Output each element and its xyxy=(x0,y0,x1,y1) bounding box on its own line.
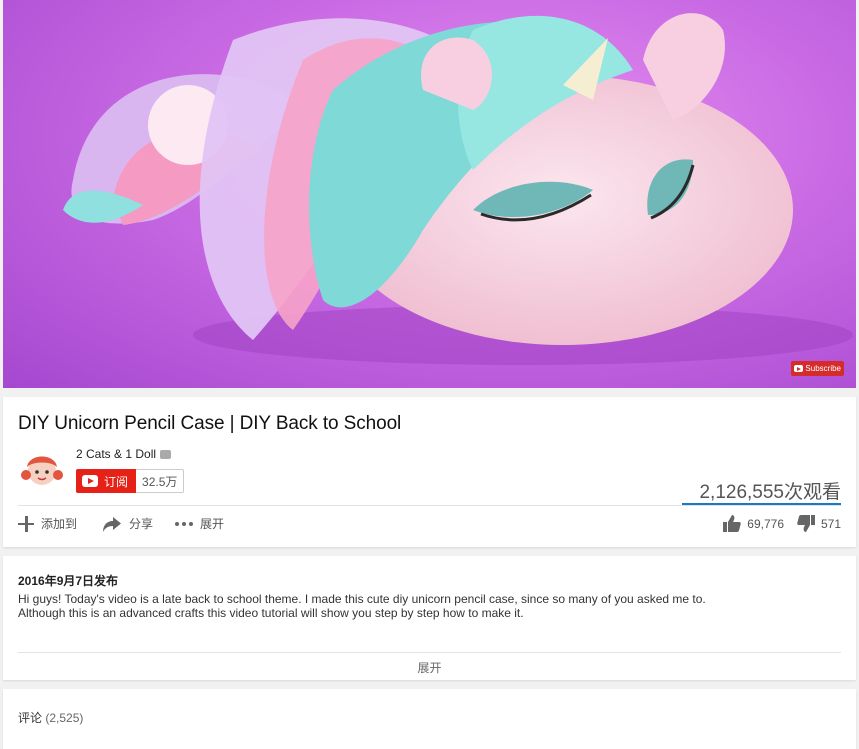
add-to-label: 添加到 xyxy=(41,517,78,531)
more-dots-icon xyxy=(175,521,193,526)
divider xyxy=(18,505,841,506)
dislike-count: 571 xyxy=(820,516,841,531)
video-info-card: DIY Unicorn Pencil Case | DIY Back to Sc… xyxy=(3,397,856,547)
channel-name-row[interactable]: 2 Cats & 1 Doll xyxy=(76,447,172,461)
share-icon xyxy=(103,516,121,532)
channel-avatar[interactable] xyxy=(21,449,63,491)
thumbs-down-icon xyxy=(797,515,815,532)
youtube-play-icon xyxy=(82,475,98,487)
comments-label: 评论 xyxy=(18,711,43,725)
like-count: 69,776 xyxy=(747,516,784,531)
share-label: 分享 xyxy=(129,517,154,531)
comments-count: (2,525) xyxy=(45,711,84,725)
subscribe-label: 订阅 xyxy=(104,474,129,489)
comments-header: 评论 (2,525) xyxy=(18,709,83,726)
comments-card: 评论 (2,525) xyxy=(3,689,856,749)
divider xyxy=(18,652,841,653)
share-button[interactable]: 分享 xyxy=(102,515,153,532)
plus-icon xyxy=(18,515,34,532)
video-title: DIY Unicorn Pencil Case | DIY Back to Sc… xyxy=(18,413,402,434)
more-button[interactable]: 展开 xyxy=(175,515,224,532)
publish-date: 2016年9月7日发布 xyxy=(18,574,119,588)
subscribe-control[interactable]: 订阅 32.5万 xyxy=(76,469,185,493)
description-line: Although this is an advanced crafts this… xyxy=(18,606,524,620)
show-more-button[interactable]: 展开 xyxy=(3,659,856,676)
description-line: Hi guys! Today's video is a late back to… xyxy=(18,592,706,606)
subscribe-button[interactable]: 订阅 xyxy=(76,469,137,493)
youtube-play-icon xyxy=(794,365,804,372)
like-button[interactable]: 69,776 xyxy=(723,515,784,532)
description-card: 2016年9月7日发布 Hi guys! Today's video is a … xyxy=(3,556,856,680)
verified-icon xyxy=(160,449,172,459)
thumbs-up-icon xyxy=(723,515,742,532)
channel-name[interactable]: 2 Cats & 1 Doll xyxy=(76,447,156,461)
subscriber-count: 32.5万 xyxy=(136,469,185,493)
view-count: 2,126,555次观看 xyxy=(699,482,841,503)
subscribe-overlay-button[interactable]: Subscribe xyxy=(791,361,844,376)
subscribe-overlay-label: Subscribe xyxy=(805,364,841,373)
add-to-button[interactable]: 添加到 xyxy=(18,515,77,532)
description-text: Hi guys! Today's video is a late back to… xyxy=(18,592,778,620)
video-thumbnail xyxy=(63,13,853,365)
dislike-button[interactable]: 571 xyxy=(797,515,841,532)
more-label: 展开 xyxy=(200,517,225,531)
video-player[interactable]: Subscribe xyxy=(3,0,856,388)
